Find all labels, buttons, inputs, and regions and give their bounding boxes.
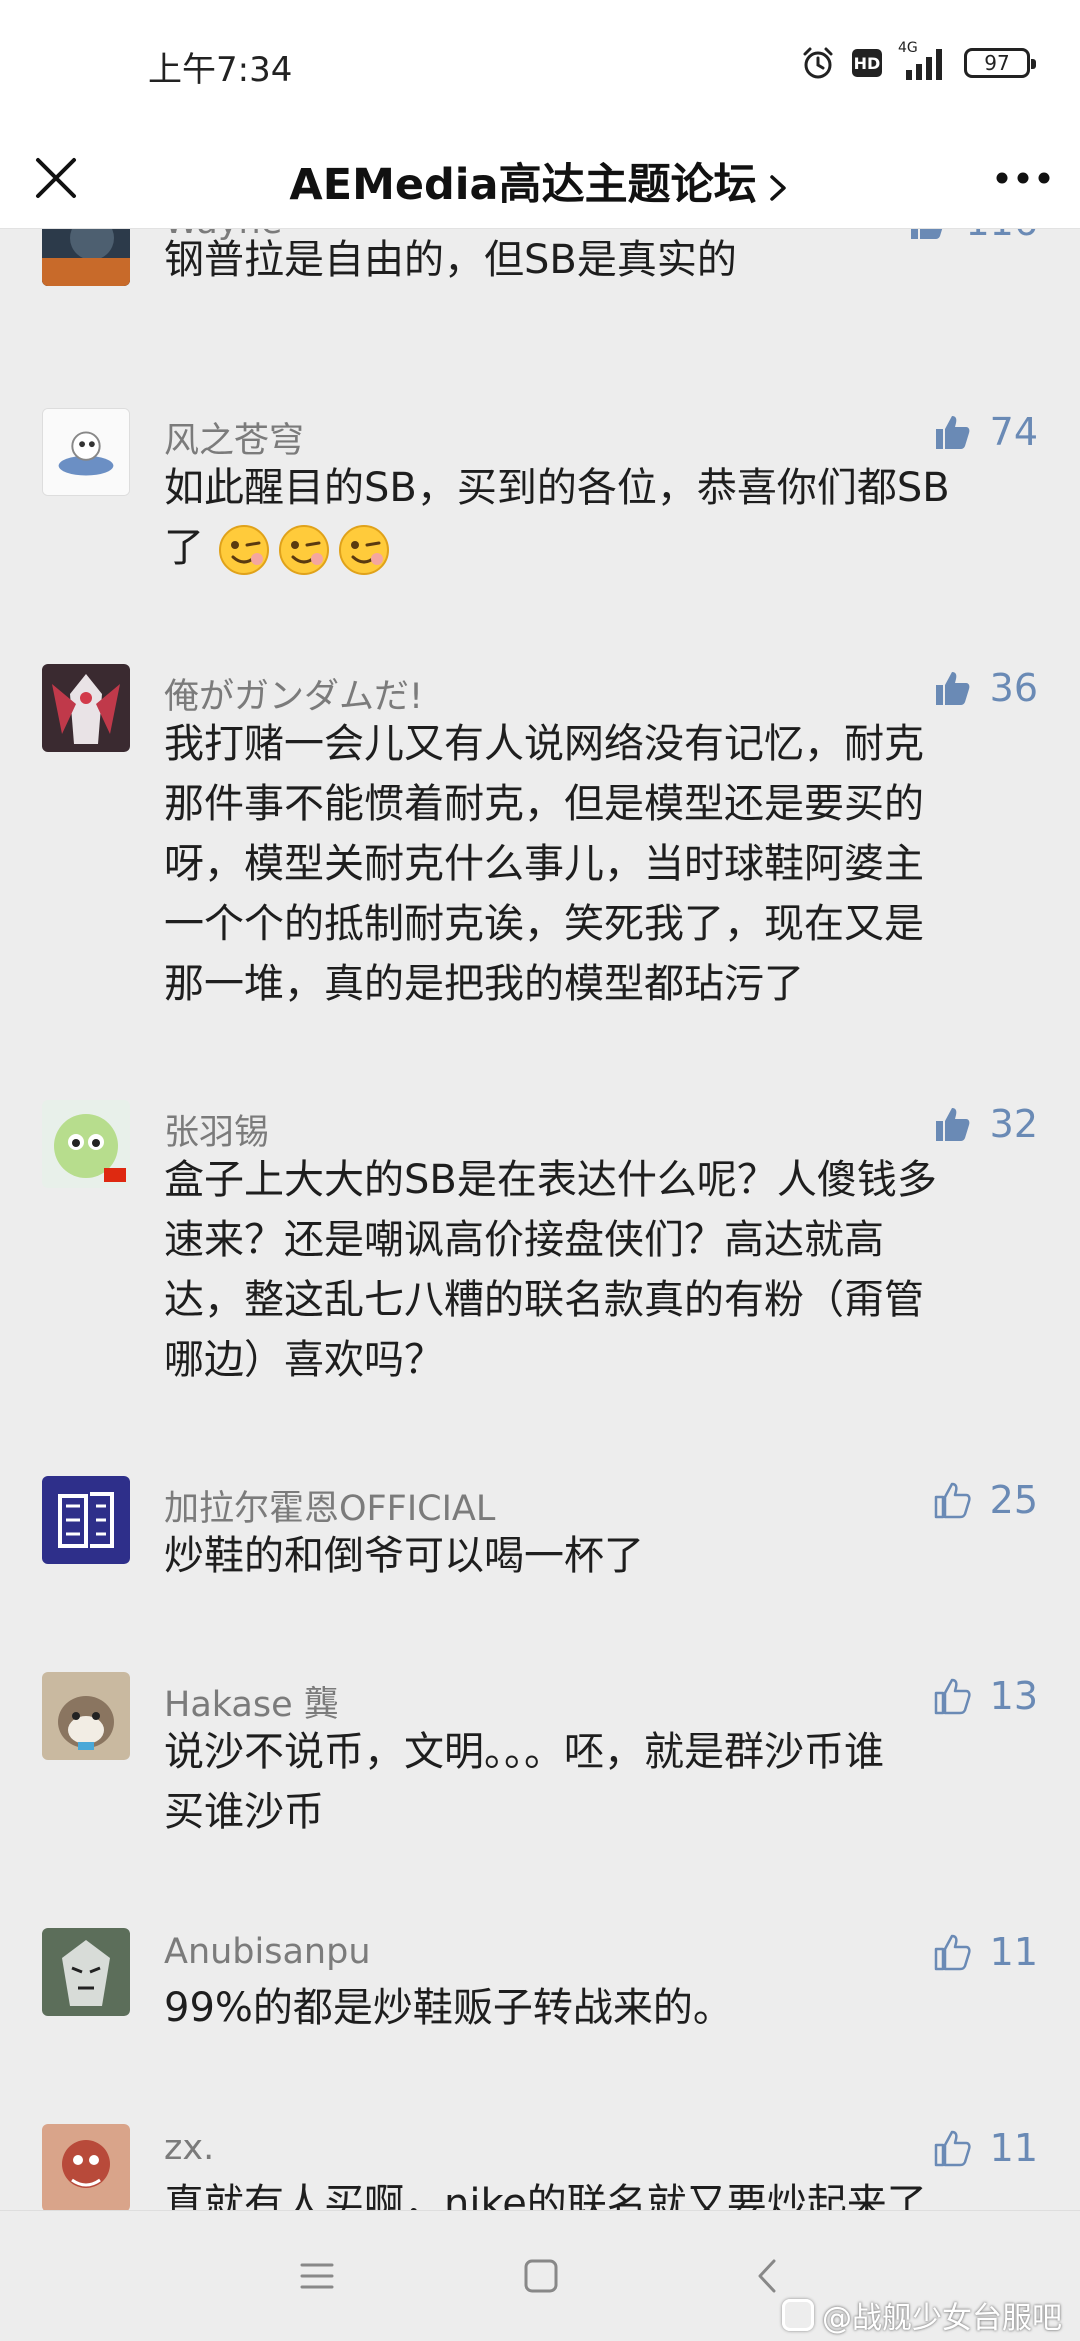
watermark-text: @战舰少女台服吧 [822, 2301, 1062, 2336]
comment-line: 哪边）喜欢吗？ [164, 1337, 444, 1383]
comment-text: 如此醒目的SB，买到的各位，恭喜你们都SB 了 [164, 458, 1044, 578]
comment-line: 了 [164, 525, 204, 571]
avatar[interactable] [42, 228, 130, 286]
avatar[interactable] [42, 664, 130, 752]
comment-line: 那件事不能惯着耐克，但是模型还是要买的 [164, 781, 924, 827]
comment-text: 我打赌一会儿又有人说网络没有记忆，耐克 那件事不能惯着耐克，但是模型还是要买的 … [164, 714, 1044, 1014]
status-bar: 上午7:34 HD 4G 97 [0, 0, 1080, 128]
comment-line: 炒鞋的和倒爷可以喝一杯了 [164, 1533, 644, 1579]
avatar[interactable] [42, 1476, 130, 1564]
wink-emoji-icon [218, 525, 269, 575]
like-button[interactable]: 36 [932, 666, 1038, 710]
like-count: 74 [989, 410, 1038, 454]
comment-line: 说沙不说币，文明。。。呸，就是群沙币谁 [164, 1729, 884, 1775]
comment-text: 真就有人买啊，nike的联名就又要炒起来了 [164, 2174, 1044, 2210]
like-button[interactable]: 13 [932, 1674, 1038, 1718]
thumbs-up-outline-icon [934, 1482, 971, 1519]
avatar[interactable] [42, 2124, 130, 2210]
home-nav-icon[interactable] [518, 2253, 564, 2299]
hd-icon: HD [852, 49, 882, 77]
page-title-text: AEMedia高达主题论坛 [289, 160, 757, 210]
avatar[interactable] [42, 408, 130, 496]
more-icon[interactable] [988, 150, 1058, 206]
like-count: 11 [989, 1930, 1038, 1974]
comment-line: 买谁沙币 [164, 1789, 324, 1835]
status-time: 上午7:34 [148, 50, 293, 90]
status-icons: HD 4G 97 [800, 40, 1036, 86]
comment-list[interactable]: Wayne 116 钢普拉是自由的，但SB是真实的 风之苍穹 74 如此醒目的S… [0, 228, 1080, 2210]
comment-line: 钢普拉是自由的，但SB是真实的 [164, 237, 737, 283]
like-button[interactable]: 11 [932, 1930, 1038, 1974]
watermark: @战舰少女台服吧 [782, 2293, 1062, 2337]
comment-text: 钢普拉是自由的，但SB是真实的 [164, 230, 1044, 290]
signal-icon: 4G [898, 40, 948, 82]
comment-username[interactable]: 加拉尔霍恩OFFICIAL [164, 1480, 495, 1531]
wink-emoji-icon [338, 525, 389, 575]
comment-line: 那一堆，真的是把我的模型都玷污了 [164, 961, 804, 1007]
chevron-right-icon [769, 174, 786, 201]
like-button[interactable]: 32 [932, 1102, 1038, 1146]
comment-username[interactable]: 风之苍穹 [164, 412, 304, 463]
comment-line: 呀，模型关耐克什么事儿，当时球鞋阿婆主 [164, 841, 924, 887]
thumbs-up-outline-icon [934, 2130, 971, 2167]
battery-icon: 97 [964, 48, 1036, 78]
wink-emoji-icon [278, 525, 329, 575]
comment-line: 盒子上大大的SB是在表达什么呢？人傻钱多 [164, 1157, 937, 1203]
like-button[interactable]: 74 [932, 410, 1038, 454]
system-nav-bar: @战舰少女台服吧 [0, 2210, 1080, 2341]
avatar[interactable] [42, 1672, 130, 1760]
comment-line: 如此醒目的SB，买到的各位，恭喜你们都SB [164, 465, 950, 511]
like-count: 32 [989, 1102, 1038, 1146]
comment-username[interactable]: 张羽锡 [164, 1104, 269, 1155]
comment-username[interactable]: Anubisanpu [164, 1932, 371, 1972]
comment-line: 99%的都是炒鞋贩子转战来的。 [164, 1985, 733, 2031]
alarm-icon [803, 47, 833, 79]
avatar[interactable] [42, 1928, 130, 2016]
menu-nav-icon[interactable] [294, 2253, 340, 2299]
comment-username[interactable]: Hakase 龔 [164, 1676, 339, 1727]
like-count: 13 [989, 1674, 1038, 1718]
comment-text: 炒鞋的和倒爷可以喝一杯了 [164, 1526, 1044, 1586]
comment-line: 速来？还是嘲讽高价接盘侠们？高达就高 [164, 1217, 884, 1263]
like-count: 11 [989, 2126, 1038, 2170]
top-bar: AEMedia高达主题论坛 [0, 128, 1080, 229]
thumbs-up-icon [935, 672, 970, 705]
comment-text: 99%的都是炒鞋贩子转战来的。 [164, 1978, 1044, 2038]
watermark-logo-icon [782, 2299, 814, 2331]
thumbs-up-icon [935, 416, 970, 449]
comment-line: 我打赌一会儿又有人说网络没有记忆，耐克 [164, 721, 924, 767]
avatar[interactable] [42, 1100, 130, 1188]
comment-line: 真就有人买啊，nike的联名就又要炒起来了 [164, 2181, 927, 2210]
comment-text: 说沙不说币，文明。。。呸，就是群沙币谁 买谁沙币 [164, 1722, 1044, 1842]
comment-username[interactable]: 俺がガンダムだ! [164, 668, 423, 719]
comment-username[interactable]: zx. [164, 2128, 214, 2168]
like-button[interactable]: 11 [932, 2126, 1038, 2170]
like-count: 36 [989, 666, 1038, 710]
thumbs-up-icon [935, 1108, 970, 1141]
thumbs-up-outline-icon [934, 1934, 971, 1971]
comment-line-with-emoji: 了 [164, 518, 1044, 578]
comment-line: 一个个的抵制耐克诶，笑死我了，现在又是 [164, 901, 924, 947]
page-title[interactable]: AEMedia高达主题论坛 [0, 150, 1080, 212]
like-count: 25 [989, 1478, 1038, 1522]
thumbs-up-outline-icon [934, 1678, 971, 1715]
comment-text: 盒子上大大的SB是在表达什么呢？人傻钱多 速来？还是嘲讽高价接盘侠们？高达就高 … [164, 1150, 1044, 1390]
comment-line: 达，整这乱七八糟的联名款真的有粉（甭管 [164, 1277, 924, 1323]
like-button[interactable]: 25 [932, 1478, 1038, 1522]
